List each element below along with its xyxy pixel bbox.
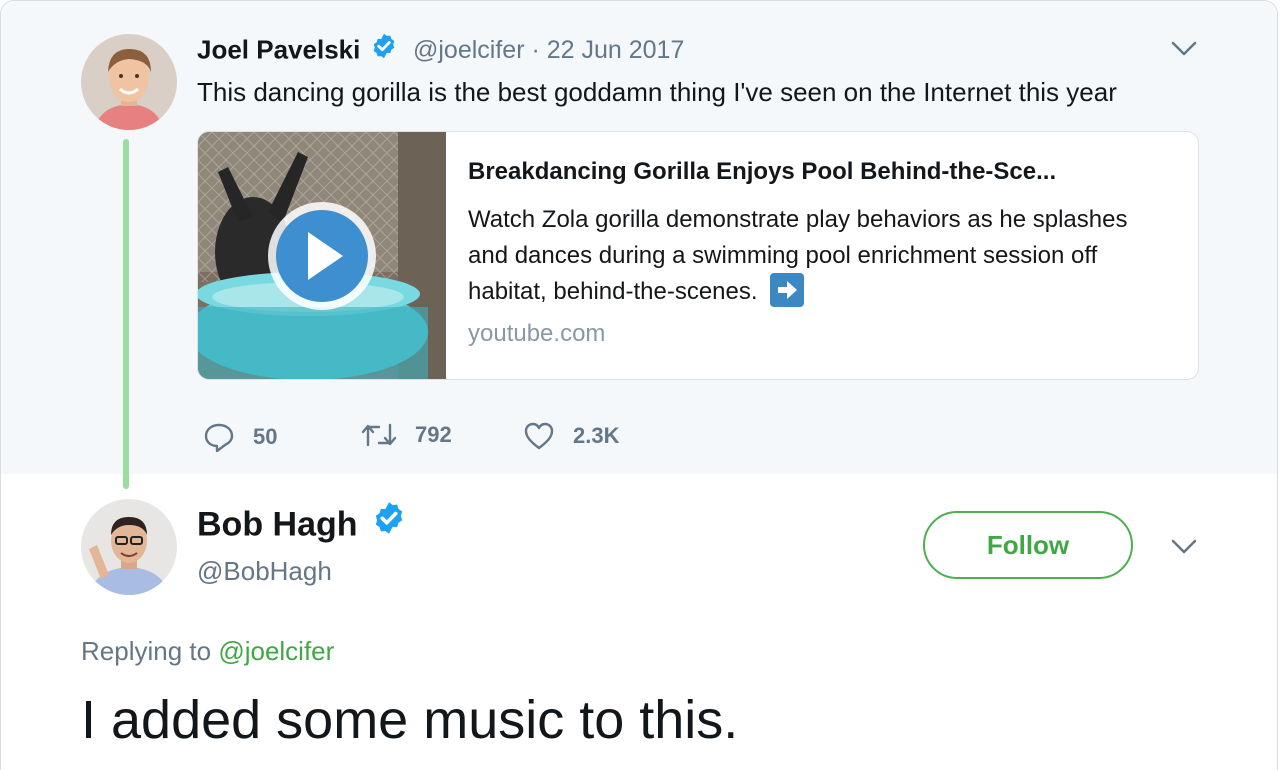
like-action[interactable]: 2.3K: [523, 421, 619, 451]
verified-icon: [368, 33, 398, 69]
reply-tweet-text: I added some music to this.: [81, 690, 739, 750]
thread-line: [123, 139, 129, 489]
handle-date[interactable]: @joelcifer · 22 Jun 2017: [413, 36, 684, 65]
card-title[interactable]: Breakdancing Gorilla Enjoys Pool Behind-…: [468, 158, 1056, 186]
reply-author-name[interactable]: Bob Hagh: [197, 502, 407, 549]
reply-author-name-text[interactable]: Bob Hagh: [197, 505, 358, 543]
like-count: 2.3K: [573, 423, 620, 448]
avatar-bob[interactable]: [81, 499, 177, 595]
reply-count: 50: [253, 424, 278, 449]
parent-tweet[interactable]: Joel Pavelski @joelcifer · 22 Jun 2017 T…: [1, 1, 1277, 474]
tweet-text: This dancing gorilla is the best goddamn…: [197, 77, 1117, 107]
card-domain: youtube.com: [468, 320, 606, 347]
link-card[interactable]: Breakdancing Gorilla Enjoys Pool Behind-…: [197, 131, 1199, 380]
retweet-action[interactable]: 792: [361, 421, 452, 449]
author-name-text[interactable]: Joel Pavelski: [197, 34, 360, 64]
replying-handle-link[interactable]: @joelcifer: [218, 636, 334, 666]
tweet-thread: Joel Pavelski @joelcifer · 22 Jun 2017 T…: [0, 0, 1278, 770]
retweet-count: 792: [415, 422, 452, 447]
card-description: Watch Zola gorilla demonstrate play beha…: [468, 202, 1168, 310]
video-thumbnail[interactable]: [198, 132, 446, 379]
reply-author-handle[interactable]: @BobHagh: [197, 556, 332, 587]
follow-button[interactable]: Follow: [923, 511, 1133, 579]
replying-to: Replying to @joelcifer: [81, 636, 334, 667]
replying-prefix: Replying to: [81, 636, 212, 666]
arrow-right-icon: [770, 272, 805, 307]
like-icon: [524, 422, 554, 450]
avatar-joel[interactable]: [81, 34, 177, 130]
reply-icon: [204, 423, 234, 453]
verified-icon: [367, 502, 407, 549]
reply-action[interactable]: 50: [203, 421, 277, 453]
retweet-icon: [361, 423, 397, 447]
chevron-down-icon[interactable]: [1171, 539, 1197, 555]
chevron-down-icon[interactable]: [1171, 41, 1197, 57]
author-name[interactable]: Joel Pavelski: [197, 33, 398, 69]
